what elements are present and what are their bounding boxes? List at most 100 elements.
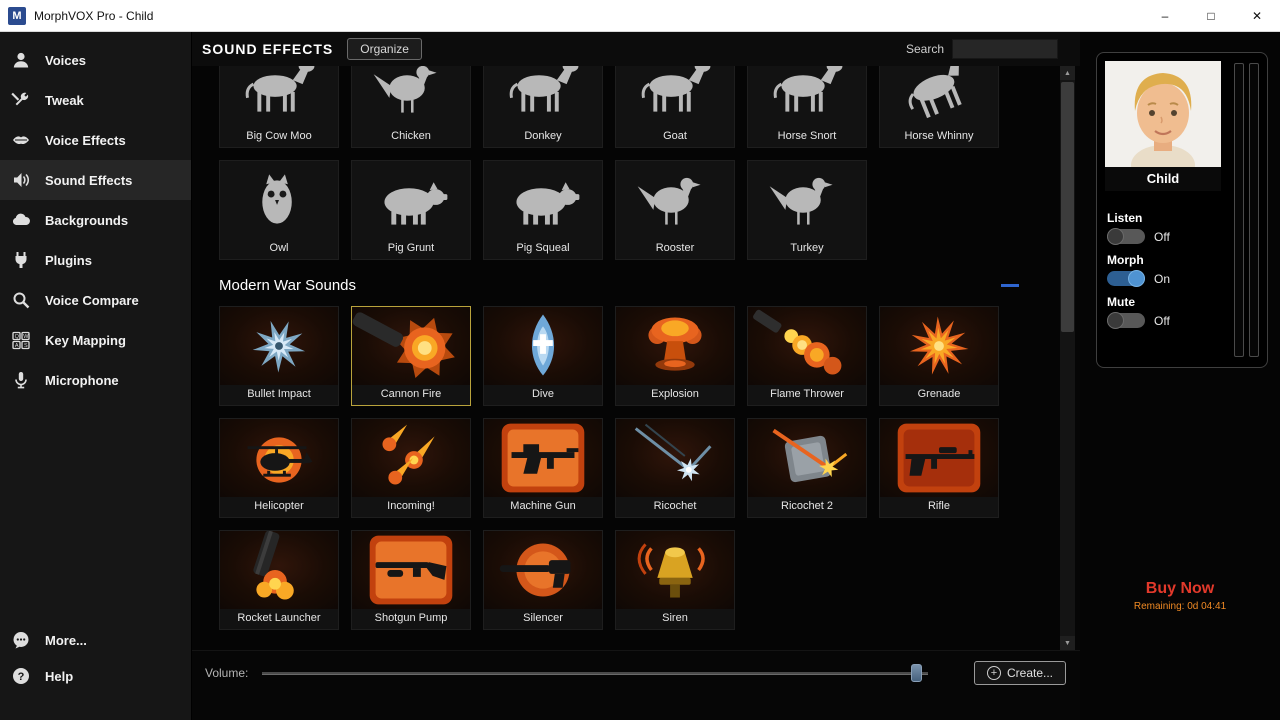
sound-tile-bullet-impact[interactable]: Bullet Impact (219, 306, 339, 406)
quadruped-icon (484, 66, 602, 127)
microphone-icon (10, 369, 32, 391)
sound-tile-cannon-fire[interactable]: Cannon Fire (351, 306, 471, 406)
bird-icon (616, 161, 734, 239)
helicopter-icon (220, 419, 338, 497)
bottom-bar: Volume: + Create... (192, 650, 1080, 695)
toggle-block-listen: ListenOff (1107, 211, 1229, 244)
listen-toggle[interactable] (1107, 229, 1145, 244)
trial-remaining-text: Remaining: 0d 04:41 (1080, 601, 1280, 612)
volume-slider[interactable] (262, 664, 928, 682)
toggle-state-morph: On (1154, 272, 1170, 286)
window-title: MorphVOX Pro - Child (34, 9, 153, 23)
sidebar-item-plugins[interactable]: Plugins (0, 240, 191, 280)
app-window: M MorphVOX Pro - Child – □ ✕ VoicesTweak… (0, 0, 1280, 720)
toggle-label-morph: Morph (1107, 253, 1229, 267)
toggle-state-mute: Off (1154, 314, 1170, 328)
sidebar-item-backgrounds[interactable]: Backgrounds (0, 200, 191, 240)
sound-tile-turkey[interactable]: Turkey (747, 160, 867, 260)
sound-tile-explosion[interactable]: Explosion (615, 306, 735, 406)
volume-label: Volume: (205, 666, 248, 680)
sound-tile-helicopter[interactable]: Helicopter (219, 418, 339, 518)
sidebar-item-voices[interactable]: Voices (0, 40, 191, 80)
close-button[interactable]: ✕ (1234, 0, 1280, 32)
section-header: Modern War Sounds (219, 270, 1019, 300)
sound-tile-owl[interactable]: Owl (219, 160, 339, 260)
sound-tile-dive[interactable]: Dive (483, 306, 603, 406)
shotgun-icon (352, 531, 470, 609)
sound-tile-label: Incoming! (352, 497, 470, 517)
sidebar-item-key-mapping[interactable]: QWASKey Mapping (0, 320, 191, 360)
sidebar: Voices TweakVoice EffectsSound Effects Bac… (0, 32, 192, 720)
ricochet-icon (616, 419, 734, 497)
sidebar-item-voice-effects[interactable]: Voice Effects (0, 120, 191, 160)
sound-tile-shotgun-pump[interactable]: Shotgun Pump (351, 530, 471, 630)
sound-section: Big Cow MooChicken Donkey Goat Horse Snort H… (219, 66, 1060, 260)
sidebar-item-label: Key Mapping (45, 333, 126, 348)
scrollbar-thumb[interactable] (1061, 82, 1074, 332)
sound-tile-chicken[interactable]: Chicken (351, 66, 471, 148)
sound-tile-rooster[interactable]: Rooster (615, 160, 735, 260)
volume-thumb[interactable] (911, 664, 922, 682)
sound-tile-incoming[interactable]: Incoming! (351, 418, 471, 518)
volume-track (262, 672, 928, 675)
plugins-icon (10, 249, 32, 271)
sound-tile-grenade[interactable]: Grenade (879, 306, 999, 406)
sound-tile-label: Machine Gun (484, 497, 602, 517)
sound-tile-flame-thrower[interactable]: Flame Thrower (747, 306, 867, 406)
sidebar-item-microphone[interactable]: Microphone (0, 360, 191, 400)
sidebar-item-more[interactable]: More... (0, 622, 191, 658)
main-content: SOUND EFFECTS Organize Search Big Cow Mo… (192, 32, 1080, 720)
sound-tile-label: Horse Snort (748, 127, 866, 147)
sound-tile-label: Ricochet 2 (748, 497, 866, 517)
sound-tile-label: Silencer (484, 609, 602, 629)
morph-toggle[interactable] (1107, 271, 1145, 286)
sound-tile-pig-grunt[interactable]: Pig Grunt (351, 160, 471, 260)
sound-tile-horse-whinny[interactable]: Horse Whinny (879, 66, 999, 148)
create-button[interactable]: + Create... (974, 661, 1066, 685)
sound-tile-big-cow-moo[interactable]: Big Cow Moo (219, 66, 339, 148)
sidebar-item-label: Voices (45, 53, 86, 68)
sound-tile-rocket-launcher[interactable]: Rocket Launcher (219, 530, 339, 630)
owl-icon (220, 161, 338, 239)
sound-tile-goat[interactable]: Goat (615, 66, 735, 148)
sound-tile-silencer[interactable]: Silencer (483, 530, 603, 630)
sound-tile-ricochet[interactable]: Ricochet (615, 418, 735, 518)
sound-tile-label: Shotgun Pump (352, 609, 470, 629)
svg-text:?: ? (18, 671, 25, 683)
sidebar-item-label: More... (45, 633, 87, 648)
pig-icon (352, 161, 470, 239)
sidebar-item-tweak[interactable]: Tweak (0, 80, 191, 120)
mute-toggle[interactable] (1107, 313, 1145, 328)
page-title: SOUND EFFECTS (202, 41, 333, 57)
scroll-up-button[interactable]: ▲ (1060, 66, 1075, 80)
toggle-label-listen: Listen (1107, 211, 1229, 225)
toggle-knob (1107, 312, 1124, 329)
sound-tile-donkey[interactable]: Donkey (483, 66, 603, 148)
buy-now-block[interactable]: Buy Now Remaining: 0d 04:41 (1080, 580, 1280, 612)
sound-tile-ricochet-2[interactable]: Ricochet 2 (747, 418, 867, 518)
maximize-button[interactable]: □ (1188, 0, 1234, 32)
sound-tile-label: Cannon Fire (352, 385, 470, 405)
search-input[interactable] (952, 39, 1058, 59)
sound-tile-siren[interactable]: Siren (615, 530, 735, 630)
vertical-scrollbar[interactable]: ▲ ▼ (1060, 66, 1075, 650)
sidebar-item-sound-effects[interactable]: Sound Effects (0, 160, 191, 200)
sound-tile-label: Rocket Launcher (220, 609, 338, 629)
sound-tile-machine-gun[interactable]: Machine Gun (483, 418, 603, 518)
sound-tile-horse-snort[interactable]: Horse Snort (747, 66, 867, 148)
minimize-button[interactable]: – (1142, 0, 1188, 32)
sidebar-item-label: Backgrounds (45, 213, 128, 228)
organize-button[interactable]: Organize (347, 38, 422, 60)
create-plus-icon: + (987, 666, 1001, 680)
scroll-down-button[interactable]: ▼ (1060, 636, 1075, 650)
sidebar-item-help[interactable]: ?Help (0, 658, 191, 694)
buy-now-link[interactable]: Buy Now (1080, 580, 1280, 598)
sound-tile-label: Donkey (484, 127, 602, 147)
sound-effects-icon (10, 169, 32, 191)
sidebar-item-voice-compare[interactable]: Voice Compare (0, 280, 191, 320)
sound-tile-pig-squeal[interactable]: Pig Squeal (483, 160, 603, 260)
sound-tile-rifle[interactable]: Rifle (879, 418, 999, 518)
sound-tile-label: Pig Squeal (484, 239, 602, 259)
section-collapse-dash[interactable] (1001, 284, 1019, 287)
cow-icon (220, 66, 338, 127)
